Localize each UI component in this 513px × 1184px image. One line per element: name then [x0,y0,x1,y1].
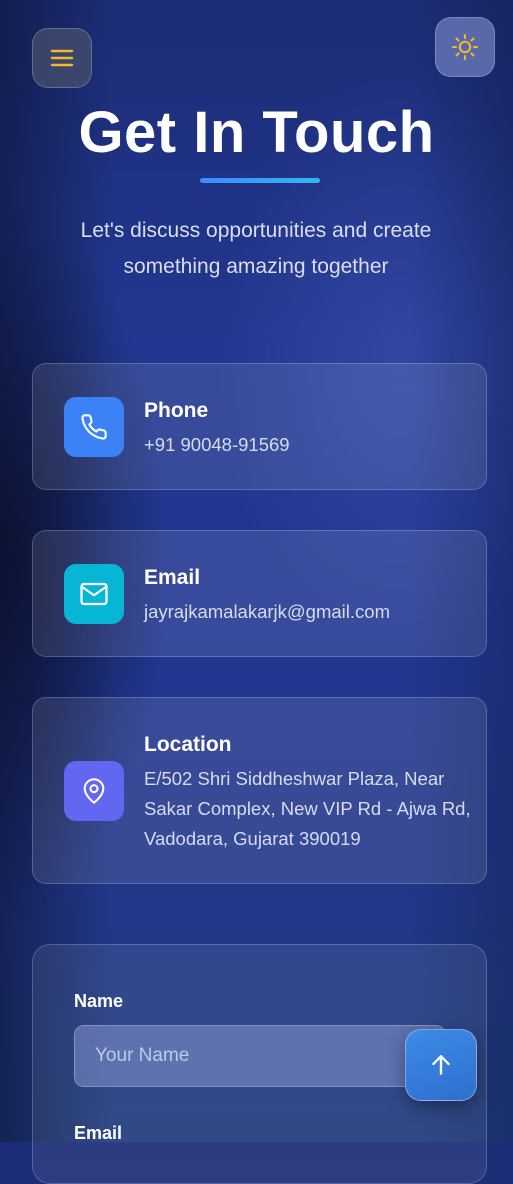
sun-icon [452,34,478,60]
phone-icon [81,414,107,440]
contact-label-phone: Phone [144,399,209,422]
contact-label-email: Email [144,566,201,589]
contact-card-email[interactable]: Email jayrajkamalakarjk@gmail.com [32,530,487,657]
arrow-up-icon [432,1055,450,1075]
contact-value-phone[interactable]: +91 90048-91569 [144,430,474,460]
map-pin-icon [83,778,105,804]
contact-value-email[interactable]: jayrajkamalakarjk@gmail.com [144,597,474,627]
contact-card-location[interactable]: Location E/502 Shri Siddheshwar Plaza, N… [32,697,487,884]
mail-icon [80,582,108,606]
page-title: Get In Touch [78,100,435,165]
name-field[interactable] [74,1025,446,1087]
title-underline [200,178,320,183]
email-field-label: Email [74,1123,123,1143]
phone-icon-badge [64,397,124,457]
contact-card-phone[interactable]: Phone +91 90048-91569 [32,363,487,490]
scroll-to-top-button[interactable] [405,1029,477,1101]
map-pin-icon-badge [64,761,124,821]
mail-icon-badge [64,564,124,624]
menu-button[interactable] [32,28,92,88]
contact-value-location[interactable]: E/502 Shri Siddheshwar Plaza, Near Sakar… [144,764,474,854]
theme-toggle-button[interactable] [435,17,495,77]
page-subtitle: Let's discuss opportunities and create s… [80,219,432,278]
name-field-label: Name [74,991,124,1011]
contact-label-location: Location [144,733,232,756]
hamburger-menu-icon [50,49,74,67]
